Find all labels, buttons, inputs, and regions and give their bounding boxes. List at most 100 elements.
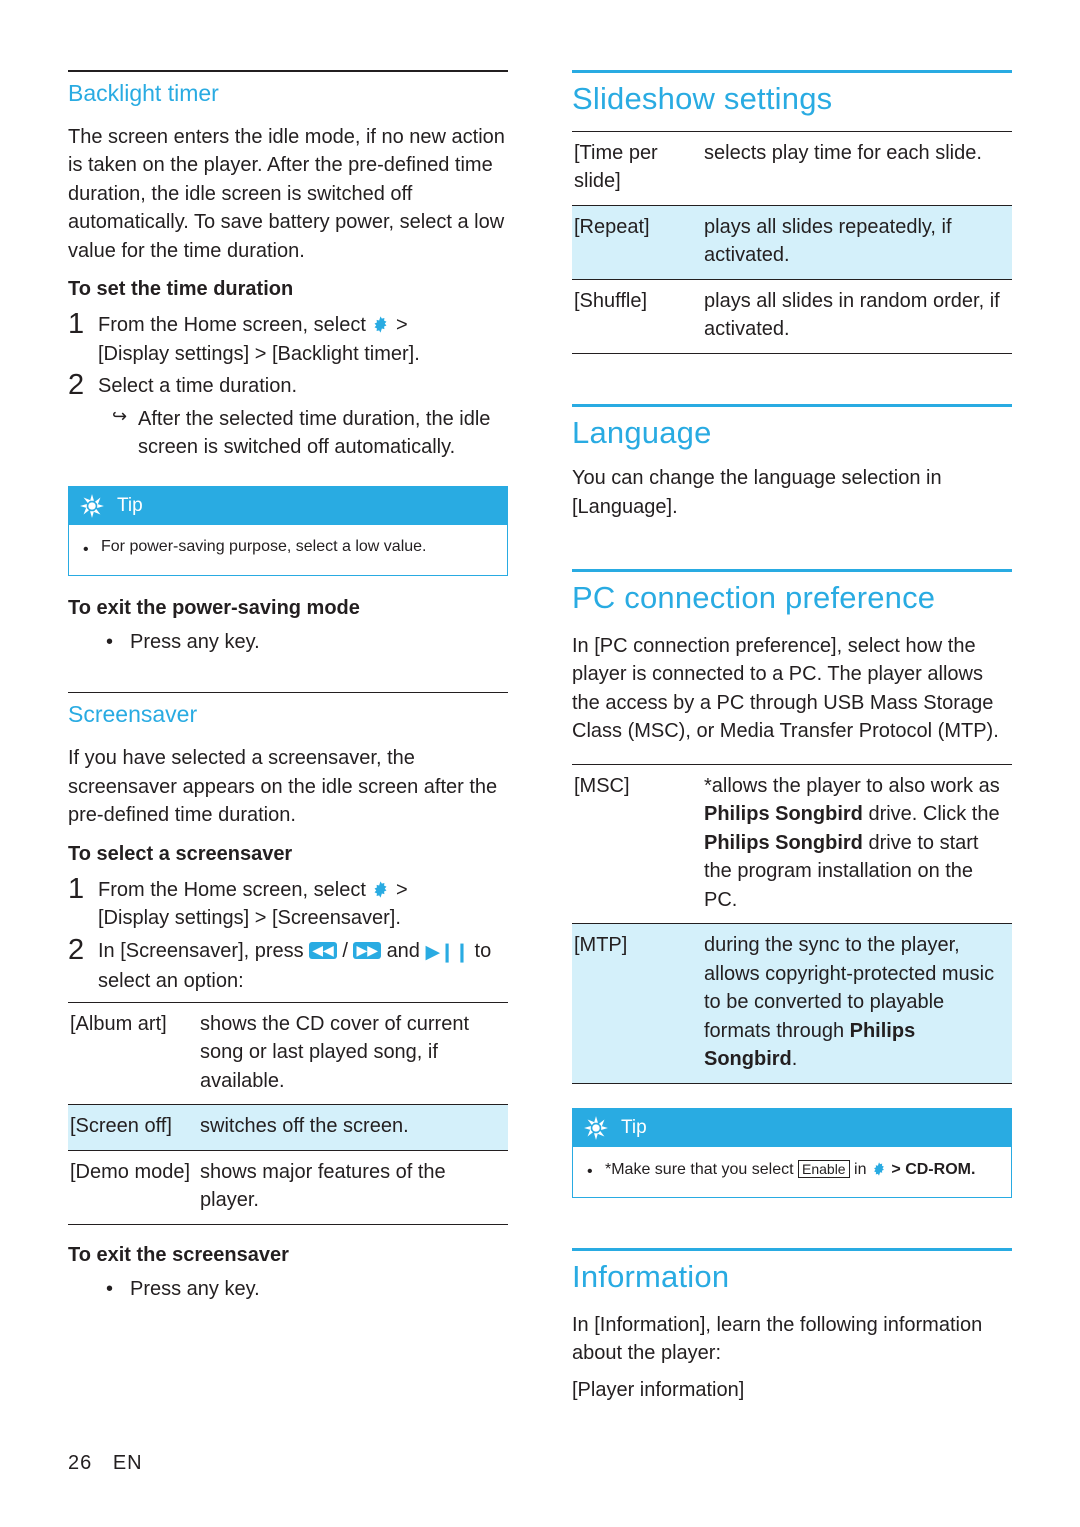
substep-result: ↪ After the selected time duration, the …: [68, 403, 508, 462]
set-time-duration-heading: To set the time duration: [68, 278, 294, 300]
language-code: EN: [112, 1452, 143, 1474]
tip-text-pre: *Make sure that you select: [605, 1160, 794, 1178]
screensaver-step-1-path: [Display settings] > [Screensaver].: [98, 907, 401, 929]
tip-header: Tip: [69, 486, 507, 525]
enable-label: Enable: [798, 1159, 850, 1178]
section-pc-connection-preference: PC connection preference In [PC connecti…: [572, 569, 1012, 1198]
option-value: plays all slides in random order, if act…: [700, 279, 1012, 354]
screensaver-step-1-arrow: >: [396, 878, 408, 901]
tip-label: Tip: [621, 1116, 647, 1138]
option-key: [Time per slide]: [572, 130, 700, 206]
table-row: [MTP] during the sync to the player, all…: [572, 923, 1012, 1084]
option-value: plays all slides repeatedly, if activate…: [700, 205, 1012, 280]
tip-text-post: > CD-ROM.: [891, 1160, 976, 1178]
right-column: Slideshow settings [Time per slide] sele…: [572, 70, 1012, 1412]
tip-body: • *Make sure that you select Enable in >…: [573, 1147, 1011, 1197]
tip-label: Tip: [117, 494, 143, 516]
screensaver-step-2-pre: In [Screensaver], press: [98, 939, 304, 962]
screensaver-step-2-post: to: [474, 939, 492, 962]
tip-box-backlight: Tip • For power-saving purpose, select a…: [68, 485, 508, 576]
backlight-timer-heading: Backlight timer: [68, 79, 219, 106]
step-1: 1 From the Home screen, select > [Displa…: [68, 309, 508, 368]
screensaver-step-1-number: 1: [68, 872, 85, 905]
option-value: shows major features of the player.: [196, 1150, 508, 1225]
msc-text-1: *allows the player to also work as: [704, 774, 1000, 797]
screensaver-step-1-text: From the Home screen, select: [98, 878, 366, 901]
bullet-dot: •: [106, 1277, 114, 1300]
slideshow-settings-heading: Slideshow settings: [572, 81, 833, 116]
gear-icon: [372, 313, 389, 333]
tip-star-icon: [583, 1115, 609, 1141]
exit-power-saving-bullet: • Press any key.: [68, 628, 508, 656]
previous-key-icon: ◀◀: [309, 941, 337, 959]
gear-icon: [872, 1161, 886, 1176]
step-2-number: 2: [68, 369, 85, 401]
bullet-dot: •: [106, 630, 114, 653]
slash-separator: /: [342, 939, 354, 962]
step-1-number: 1: [68, 308, 85, 340]
pc-connection-paragraph: In [PC connection preference], select ho…: [572, 634, 999, 743]
divider-line: [68, 70, 508, 72]
exit-screensaver-heading: To exit the screensaver: [68, 1243, 289, 1266]
tip-body: • For power-saving purpose, select a low…: [69, 525, 507, 575]
language-paragraph: You can change the language selection in…: [572, 467, 942, 518]
tip-box-pc-connection: Tip • *Make sure that you select Enable …: [572, 1107, 1012, 1198]
step-1-text: From the Home screen, select: [98, 314, 366, 336]
option-key: [Demo mode]: [68, 1150, 196, 1225]
result-arrow-icon: ↪: [112, 405, 128, 426]
next-key-icon: ▶▶: [353, 941, 381, 959]
divider-thick: [572, 403, 1012, 407]
tip-header: Tip: [573, 1108, 1011, 1147]
table-row: [Demo mode] shows major features of the …: [68, 1150, 508, 1225]
exit-screensaver-bullet: • Press any key.: [68, 1275, 508, 1303]
table-row: [Time per slide] selects play time for e…: [572, 130, 1012, 206]
table-row: [Shuffle] plays all slides in random ord…: [572, 279, 1012, 354]
screensaver-heading: Screensaver: [68, 701, 198, 727]
step-1-body: From the Home screen, select > [Display …: [98, 309, 508, 368]
screensaver-paragraph: If you have selected a screensaver, the …: [68, 747, 498, 826]
step-2-text: Select a time duration.: [98, 375, 297, 397]
screensaver-step-2-body: In [Screensaver], press ◀◀ / ▶▶ and ▶❙❙ …: [98, 935, 508, 996]
tip-bullet: •: [83, 540, 89, 558]
msc-brand-1: Philips Songbird: [704, 803, 863, 826]
screensaver-step-2: 2 In [Screensaver], press ◀◀ / ▶▶ and ▶❙…: [68, 935, 508, 996]
divider-line-screensaver: [68, 691, 508, 693]
tip-bullet: •: [587, 1162, 593, 1180]
language-heading: Language: [572, 414, 712, 450]
tip-text-mid: in: [854, 1160, 867, 1178]
divider-thick: [572, 569, 1012, 573]
tip-text: For power-saving purpose, select a low v…: [101, 537, 427, 555]
option-key: [MTP]: [572, 923, 700, 1084]
select-screensaver-heading: To select a screensaver: [68, 842, 293, 865]
page-number: 26: [68, 1452, 93, 1474]
msc-text-2: drive. Click the: [862, 803, 1000, 826]
section-exit-power-saving: To exit the power-saving mode • Press an…: [68, 594, 508, 656]
slideshow-options-table: [Time per slide] selects play time for e…: [572, 130, 1012, 354]
option-key: [Shuffle]: [572, 279, 700, 354]
divider-thick: [572, 1247, 1012, 1251]
tip-text: *Make sure that you select Enable in > C…: [605, 1158, 975, 1181]
pc-connection-heading: PC connection preference: [572, 580, 936, 616]
step-1-arrow: >: [396, 314, 408, 336]
left-column: Backlight timer The screen enters the id…: [68, 70, 508, 1305]
exit-power-saving-heading: To exit the power-saving mode: [68, 596, 360, 619]
section-slideshow-settings: Slideshow settings [Time per slide] sele…: [572, 70, 1012, 354]
option-key: [MSC]: [572, 763, 700, 925]
information-heading: Information: [572, 1258, 730, 1294]
screensaver-step-2-number: 2: [68, 933, 85, 966]
tip-star-icon: [79, 493, 105, 519]
option-key: [Album art]: [68, 1001, 196, 1105]
step-2: 2 Select a time duration.: [68, 370, 508, 401]
pc-connection-options-table: [MSC] *allows the player to also work as…: [572, 763, 1012, 1084]
mtp-text-2: .: [791, 1048, 798, 1071]
option-value: switches off the screen.: [196, 1104, 508, 1151]
backlight-timer-paragraph: The screen enters the idle mode, if no n…: [68, 125, 505, 262]
section-screensaver: Screensaver If you have selected a scree…: [68, 691, 508, 1303]
option-value: shows the CD cover of current song or la…: [196, 1001, 508, 1105]
gear-icon: [372, 878, 389, 898]
option-key: [Screen off]: [68, 1104, 196, 1151]
screensaver-step-2-mid: and: [386, 939, 420, 962]
information-paragraph: In [Information], learn the following in…: [572, 1313, 983, 1365]
table-row: [Screen off] switches off the screen.: [68, 1104, 508, 1151]
section-information: Information In [Information], learn the …: [572, 1247, 1012, 1404]
